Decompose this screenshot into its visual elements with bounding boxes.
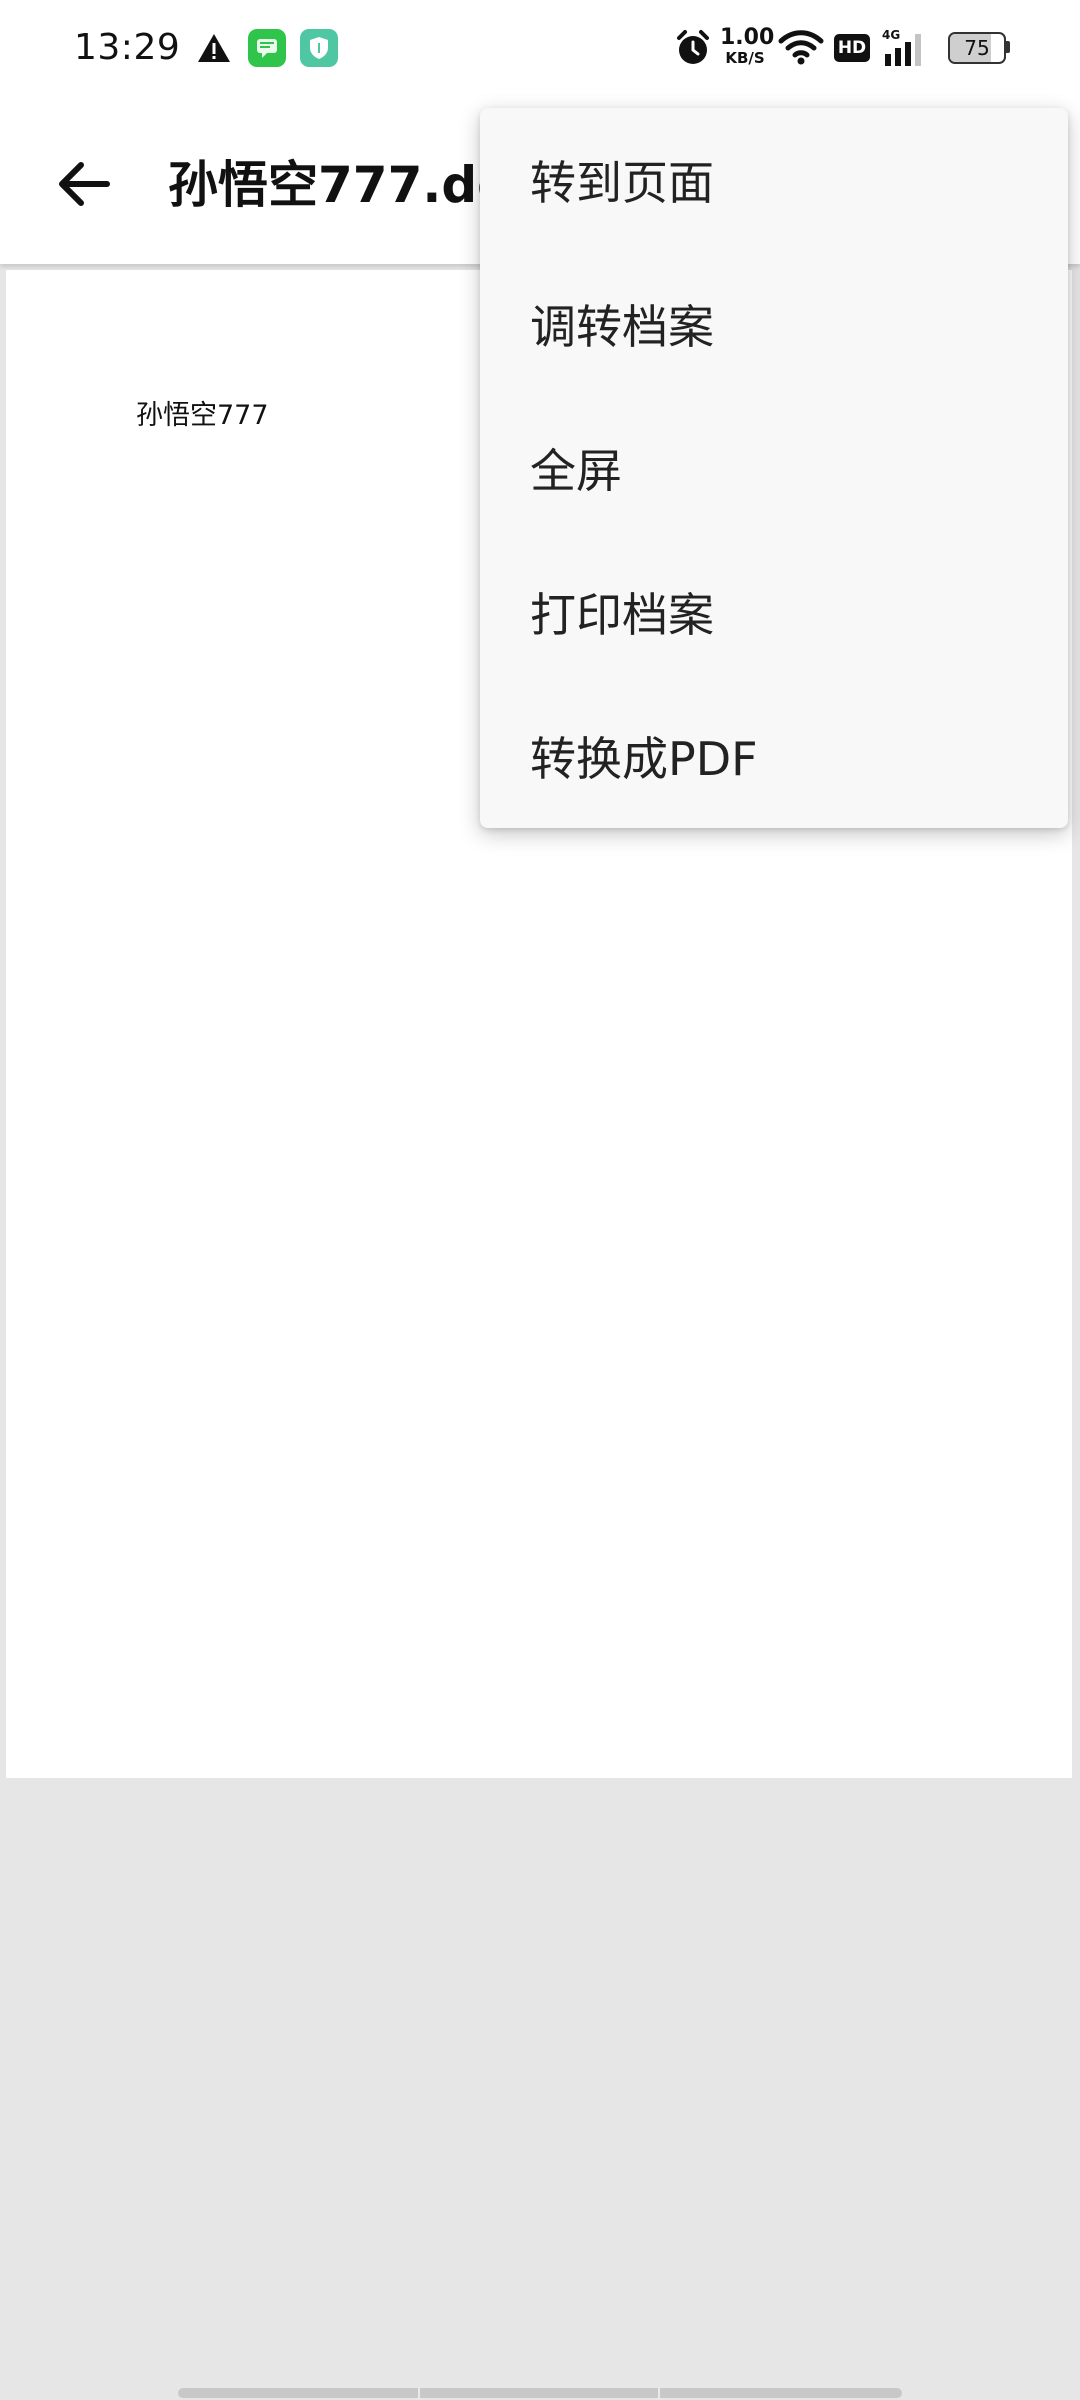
alarm-icon — [677, 30, 709, 64]
menu-item-label: 全屏 — [530, 444, 622, 498]
status-bar: 13:29 1.00 KB/S HD 4G 75 — [0, 0, 1080, 96]
warning-icon — [198, 34, 230, 62]
wifi-icon — [778, 30, 824, 65]
overflow-menu: 转到页面 调转档案 全屏 打印档案 转换成PDF — [480, 108, 1068, 828]
shield-app-icon — [300, 29, 338, 67]
menu-item-print[interactable]: 打印档案 — [480, 540, 1068, 684]
document-text: 孙悟空777 — [136, 400, 269, 431]
battery-level: 75 — [964, 36, 990, 60]
signal-icon: 4G — [882, 28, 921, 66]
network-speed-unit: KB/S — [725, 49, 765, 67]
back-button[interactable] — [40, 140, 128, 228]
battery-icon: 75 — [948, 32, 1010, 64]
network-speed-value: 1.00 — [720, 25, 775, 50]
menu-item-jump-file[interactable]: 调转档案 — [480, 252, 1068, 396]
menu-item-label: 转换成PDF — [530, 732, 758, 786]
menu-item-label: 转到页面 — [530, 156, 714, 210]
status-time: 13:29 — [74, 27, 181, 68]
menu-item-go-to-page[interactable]: 转到页面 — [480, 108, 1068, 252]
menu-item-label: 调转档案 — [530, 300, 714, 354]
network-speed: 1.00 KB/S — [720, 25, 775, 67]
menu-item-convert-pdf[interactable]: 转换成PDF — [480, 684, 1068, 828]
menu-item-label: 打印档案 — [530, 588, 714, 642]
home-indicator — [178, 2388, 902, 2398]
page-title: 孙悟空777.dc — [168, 156, 507, 214]
menu-item-fullscreen[interactable]: 全屏 — [480, 396, 1068, 540]
arrow-left-icon — [59, 162, 110, 206]
network-type-label: 4G — [882, 28, 900, 42]
hd-badge: HD — [834, 34, 870, 62]
message-app-icon — [248, 29, 286, 67]
